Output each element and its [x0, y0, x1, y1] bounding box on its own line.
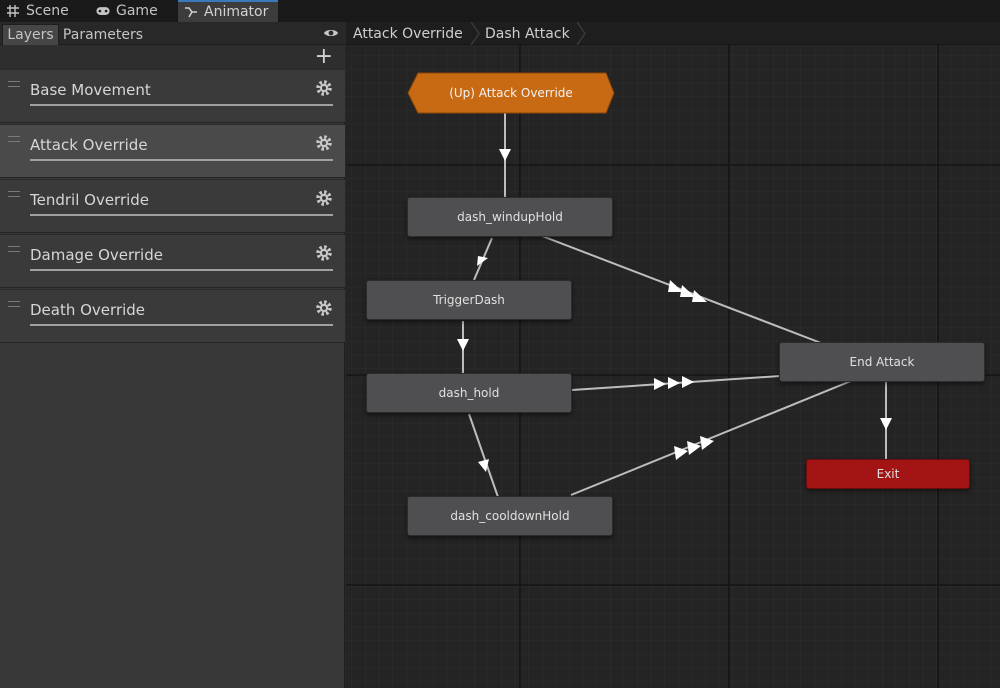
state-dash-hold[interactable]: dash_hold	[366, 373, 572, 413]
layer-weight-slider[interactable]	[30, 104, 333, 106]
layer-weight-slider[interactable]	[30, 159, 333, 161]
grid-icon	[6, 4, 20, 18]
arrow-icon	[880, 418, 892, 430]
drag-handle-icon[interactable]	[8, 136, 20, 142]
panel-subtabs: Layers Parameters	[0, 22, 345, 45]
layer-attack-override[interactable]: Attack Override	[0, 124, 345, 178]
arrow-icon	[499, 149, 511, 161]
window-tab-strip: Scene Game Animator	[0, 0, 1000, 22]
tab-label: Scene	[26, 3, 69, 19]
add-layer-row: +	[0, 45, 345, 69]
arrow-icon	[478, 459, 489, 472]
arrow-icon	[477, 256, 488, 266]
tab-label: Game	[116, 3, 158, 19]
arrow-icon	[668, 377, 680, 389]
gear-icon[interactable]	[315, 299, 333, 317]
state-trigger-dash[interactable]: TriggerDash	[366, 280, 572, 320]
arrow-icon	[668, 280, 683, 292]
arrow-icon	[654, 378, 666, 390]
arrow-icon	[682, 376, 694, 388]
arrow-icon	[680, 285, 695, 297]
tab-layers[interactable]: Layers	[2, 24, 59, 45]
layer-name: Base Movement	[30, 81, 151, 99]
tab-scene[interactable]: Scene	[0, 0, 86, 22]
layer-name: Damage Override	[30, 246, 163, 264]
drag-handle-icon[interactable]	[8, 301, 20, 307]
layer-death-override[interactable]: Death Override	[0, 289, 345, 343]
gear-icon[interactable]	[315, 189, 333, 207]
layer-name: Death Override	[30, 301, 146, 319]
tab-parameters[interactable]: Parameters	[61, 24, 145, 45]
state-dash-windup-hold[interactable]: dash_windupHold	[407, 197, 613, 237]
gear-icon[interactable]	[315, 134, 333, 152]
tab-game[interactable]: Game	[90, 0, 176, 22]
layer-tendril-override[interactable]: Tendril Override	[0, 179, 345, 233]
state-dash-cooldown-hold[interactable]: dash_cooldownHold	[407, 496, 613, 536]
layer-damage-override[interactable]: Damage Override	[0, 234, 345, 288]
drag-handle-icon[interactable]	[8, 246, 20, 252]
arrow-icon	[692, 290, 707, 302]
gamepad-icon	[96, 4, 110, 18]
layers-panel: Layers Parameters + Base Movement Attack…	[0, 22, 345, 688]
tab-label: Animator	[204, 4, 269, 20]
arrow-icon	[457, 339, 469, 351]
drag-handle-icon[interactable]	[8, 191, 20, 197]
state-exit[interactable]: Exit	[806, 459, 970, 489]
state-end-attack[interactable]: End Attack	[779, 342, 985, 382]
layer-weight-slider[interactable]	[30, 269, 333, 271]
layer-base-movement[interactable]: Base Movement	[0, 69, 345, 123]
layer-weight-slider[interactable]	[30, 214, 333, 216]
up-node-attack-override[interactable]: (Up) Attack Override	[408, 73, 614, 113]
tab-animator[interactable]: Animator	[178, 0, 278, 22]
gear-icon[interactable]	[315, 244, 333, 262]
layer-name: Tendril Override	[30, 191, 150, 209]
transition-hold-to-cooldown	[468, 413, 499, 498]
animator-graph[interactable]: Attack Override Dash Attack (Up) Attack …	[346, 22, 1000, 688]
eye-icon[interactable]	[323, 26, 339, 40]
drag-handle-icon[interactable]	[8, 81, 20, 87]
layer-weight-slider[interactable]	[30, 324, 333, 326]
layer-name: Attack Override	[30, 136, 148, 154]
animator-icon	[184, 5, 198, 19]
add-layer-button[interactable]: +	[315, 45, 333, 69]
gear-icon[interactable]	[315, 79, 333, 97]
